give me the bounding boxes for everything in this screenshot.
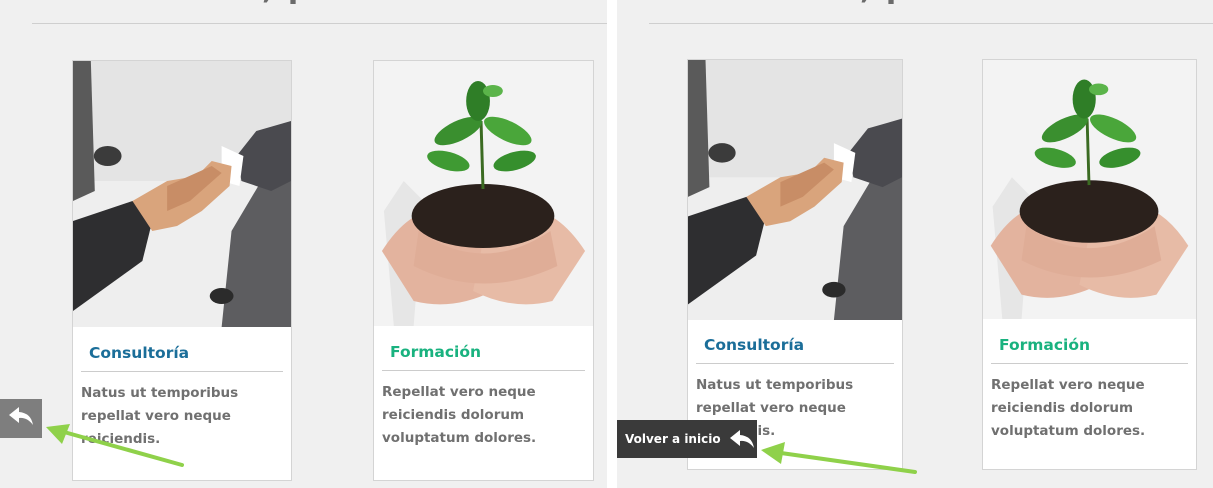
card-divider — [696, 363, 894, 364]
section-title-fragment: , p — [860, 0, 1000, 4]
reply-arrow-icon — [8, 406, 34, 431]
handshake-photo — [73, 61, 291, 327]
left-view: , p Consultoría Natus ut temporibus repe… — [0, 0, 607, 488]
card-title: Formación — [390, 343, 482, 361]
card-title: Consultoría — [89, 344, 190, 362]
card-divider — [382, 370, 585, 371]
card-divider — [81, 371, 283, 372]
card-title: Consultoría — [704, 336, 805, 354]
card-description: Repellat vero neque reiciendis dolorum v… — [991, 377, 1146, 439]
back-to-top-label: Volver a inicio — [625, 432, 721, 446]
section-title-fragment: , p — [262, 0, 402, 4]
card-divider — [991, 363, 1188, 364]
back-to-top-button[interactable] — [0, 399, 42, 438]
handshake-photo — [688, 60, 902, 320]
service-card-consultoria[interactable]: Consultoría Natus ut temporibus repellat… — [72, 60, 292, 481]
plant-in-hands-photo — [374, 61, 593, 326]
right-view: , p Consultoría Natus ut temporibus repe… — [617, 0, 1213, 488]
service-card-formacion[interactable]: Formación Repellat vero neque reiciendis… — [373, 60, 594, 481]
reply-arrow-icon — [729, 429, 755, 449]
card-description: Repellat vero neque reiciendis dolorum v… — [382, 384, 537, 446]
back-to-top-button-expanded[interactable]: Volver a inicio — [617, 420, 757, 458]
card-description: Natus ut temporibus repellat vero neque … — [81, 385, 239, 447]
card-title: Formación — [999, 336, 1091, 354]
service-card-consultoria[interactable]: Consultoría Natus ut temporibus repellat… — [687, 59, 903, 470]
service-card-formacion[interactable]: Formación Repellat vero neque reiciendis… — [982, 59, 1197, 470]
title-divider — [649, 23, 1213, 24]
title-divider — [32, 23, 607, 24]
plant-in-hands-photo — [983, 60, 1196, 319]
